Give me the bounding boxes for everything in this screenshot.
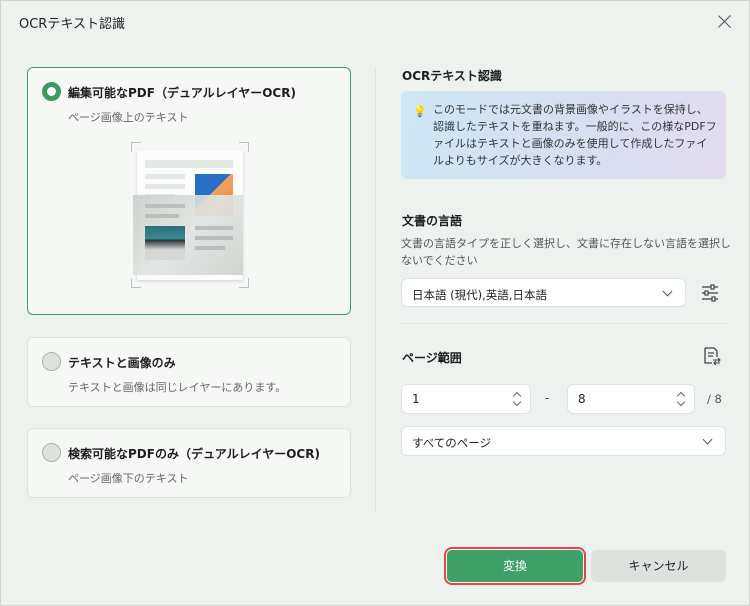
language-select-value: 日本語 (現代),英語,日本語 [412, 288, 547, 302]
info-heading: OCRテキスト認識 [402, 69, 502, 83]
page-scope-value: すべてのページ [412, 436, 492, 450]
page-to-input[interactable]: 8 [567, 384, 695, 414]
radio-editable-pdf[interactable] [42, 82, 61, 101]
panel-divider [375, 67, 376, 513]
option-subtitle: テキストと画像は同じレイヤーにあります。 [68, 381, 287, 394]
option-title: 編集可能なPDF（デュアルレイヤーOCR) [68, 86, 296, 100]
option-editable-pdf[interactable]: 編集可能なPDF（デュアルレイヤーOCR) ページ画像上のテキスト [27, 67, 351, 315]
option-title: テキストと画像のみ [68, 356, 176, 370]
option-title: 検索可能なPDFのみ（デュアルレイヤーOCR) [68, 447, 320, 461]
language-heading: 文書の言語 [402, 214, 463, 228]
page-to-stepper[interactable] [676, 389, 686, 411]
option-subtitle: ページ画像下のテキスト [68, 472, 189, 485]
page-from-stepper[interactable] [512, 389, 522, 411]
range-separator: - [545, 391, 550, 405]
option-searchable-pdf[interactable]: 検索可能なPDFのみ（デュアルレイヤーOCR) ページ画像下のテキスト [27, 428, 351, 498]
page-range-heading: ページ範囲 [402, 351, 462, 365]
page-total: / 8 [707, 392, 722, 406]
language-description: 文書の言語タイプを正しく選択し、文書に存在しない言語を選択しないでください [401, 237, 731, 267]
radio-text-and-images[interactable] [42, 352, 61, 371]
option-text-and-images[interactable]: テキストと画像のみ テキストと画像は同じレイヤーにあります。 [27, 337, 351, 407]
page-from-value: 1 [412, 392, 420, 406]
chevron-down-icon [662, 286, 673, 297]
close-icon[interactable] [715, 11, 735, 31]
lightbulb-icon: 💡 [413, 105, 427, 118]
language-select[interactable]: 日本語 (現代),英語,日本語 [401, 278, 686, 307]
document-illustration-icon [131, 142, 249, 288]
language-settings-icon[interactable] [700, 283, 720, 303]
info-box: 💡 このモードでは元文書の背景画像やイラストを保持し、認識したテキストを重ねます… [401, 91, 726, 179]
option-subtitle: ページ画像上のテキスト [68, 111, 189, 124]
dialog-title: OCRテキスト認識 [19, 17, 125, 32]
chevron-down-icon [702, 434, 713, 445]
section-divider [401, 323, 726, 324]
ocr-dialog: OCRテキスト認識 編集可能なPDF（デュアルレイヤーOCR) ページ画像上のテ… [0, 0, 750, 606]
convert-button[interactable]: 変換 [444, 547, 586, 585]
radio-searchable-pdf[interactable] [42, 443, 61, 462]
page-scope-select[interactable]: すべてのページ [401, 426, 726, 456]
info-text: このモードでは元文書の背景画像やイラストを保持し、認識したテキストを重ねます。一… [433, 103, 717, 167]
page-from-input[interactable]: 1 [401, 384, 531, 414]
cancel-button[interactable]: キャンセル [591, 550, 726, 582]
page-to-value: 8 [578, 392, 586, 406]
page-range-icon[interactable] [701, 346, 721, 366]
